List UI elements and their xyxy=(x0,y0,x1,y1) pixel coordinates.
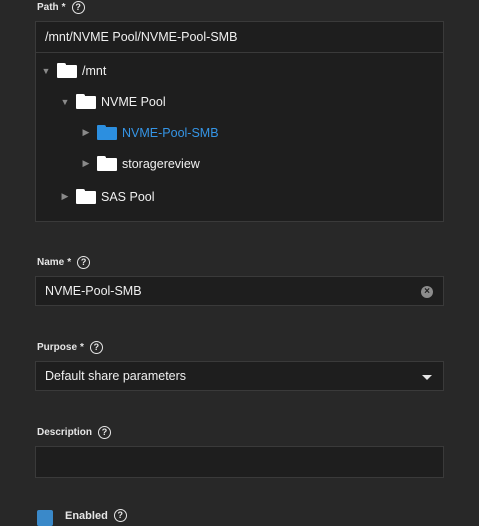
tree-node-nvme-pool[interactable]: ▼ NVME Pool xyxy=(60,94,166,109)
tree-node-label: NVME-Pool-SMB xyxy=(122,125,219,140)
folder-icon xyxy=(76,94,96,109)
required-marker: * xyxy=(80,342,84,353)
path-label-text: Path xyxy=(37,2,59,13)
help-icon[interactable]: ? xyxy=(71,1,85,14)
purpose-select-value: Default share parameters xyxy=(45,369,187,383)
name-label: Name * ? xyxy=(37,256,91,269)
collapsed-arrow-icon[interactable]: ▶ xyxy=(81,127,91,138)
help-icon[interactable]: ? xyxy=(89,341,103,354)
tree-node-storagereview[interactable]: ▶ storagereview xyxy=(81,156,200,171)
folder-icon xyxy=(97,125,117,140)
tree-node-label: /mnt xyxy=(82,63,107,78)
chevron-down-icon[interactable] xyxy=(422,375,432,380)
expanded-arrow-icon[interactable]: ▼ xyxy=(41,66,51,76)
tree-node-nvme-pool-smb[interactable]: ▶ NVME-Pool-SMB xyxy=(81,125,219,140)
expanded-arrow-icon[interactable]: ▼ xyxy=(60,97,70,107)
tree-node-sas-pool[interactable]: ▶ SAS Pool xyxy=(60,189,155,204)
folder-icon xyxy=(76,189,96,204)
tree-node-mnt[interactable]: ▼ /mnt xyxy=(41,63,106,78)
purpose-label-text: Purpose xyxy=(37,342,78,353)
description-input[interactable] xyxy=(35,446,444,478)
required-marker: * xyxy=(67,257,72,268)
collapsed-arrow-icon[interactable]: ▶ xyxy=(60,191,70,202)
help-icon[interactable]: ? xyxy=(77,256,91,269)
tree-node-label: NVME Pool xyxy=(101,94,166,109)
name-input-value: NVME-Pool-SMB xyxy=(45,284,142,298)
path-input[interactable]: /mnt/NVME Pool/NVME-Pool-SMB xyxy=(35,21,444,53)
folder-icon xyxy=(57,63,77,78)
help-icon[interactable]: ? xyxy=(98,426,112,439)
purpose-label: Purpose * ? xyxy=(37,341,103,354)
collapsed-arrow-icon[interactable]: ▶ xyxy=(81,158,91,169)
path-label: Path * ? xyxy=(37,1,85,14)
name-input[interactable]: NVME-Pool-SMB × xyxy=(35,276,444,306)
tree-node-label: SAS Pool xyxy=(101,189,155,204)
path-input-value: /mnt/NVME Pool/NVME-Pool-SMB xyxy=(45,30,238,44)
description-label-text: Description xyxy=(37,427,93,438)
name-label-text: Name xyxy=(37,257,65,268)
tree-node-label: storagereview xyxy=(122,156,200,171)
required-marker: * xyxy=(61,2,66,13)
description-label: Description ? xyxy=(37,426,112,439)
enabled-checkbox[interactable] xyxy=(37,510,53,526)
directory-tree: ▼ /mnt ▼ NVME Pool ▶ NVME-Pool-SMB ▶ sto… xyxy=(35,53,444,222)
folder-icon xyxy=(97,156,117,171)
clear-icon[interactable]: × xyxy=(421,286,433,298)
purpose-select[interactable]: Default share parameters xyxy=(35,361,444,391)
